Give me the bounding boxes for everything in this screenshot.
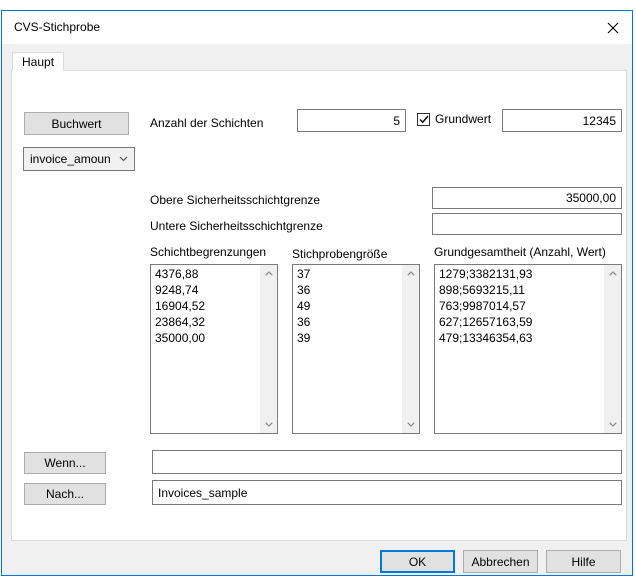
obere-sicherheitsschichtgrenze-label: Obere Sicherheitsschichtgrenze — [150, 193, 320, 207]
list-item[interactable]: 4376,88 — [151, 266, 260, 282]
schichtbegrenzungen-label: Schichtbegrenzungen — [150, 245, 266, 259]
chevron-down-icon — [119, 156, 128, 162]
grundwert-checkbox-box[interactable] — [417, 113, 430, 126]
wenn-input[interactable] — [152, 450, 622, 474]
scrollbar[interactable] — [604, 265, 621, 433]
list-item[interactable]: 39 — [293, 330, 402, 346]
window-title: CVS-Stichprobe — [14, 11, 100, 44]
scroll-up-button[interactable] — [402, 265, 419, 282]
grundwert-input[interactable] — [502, 109, 622, 132]
list-item[interactable]: 898;5693215,11 — [435, 282, 604, 298]
scroll-down-button[interactable] — [402, 416, 419, 433]
list-item[interactable]: 1279;3382131,93 — [435, 266, 604, 282]
field-dropdown[interactable]: invoice_amoun — [23, 147, 135, 171]
tab-haupt[interactable]: Haupt — [12, 52, 64, 71]
stichprobengroesse-label: Stichprobengröße — [292, 247, 387, 261]
untere-sicherheitsschichtgrenze-input[interactable] — [432, 213, 622, 235]
stichprobengroesse-listbox[interactable]: 37 36 49 36 39 — [292, 264, 420, 434]
hilfe-button[interactable]: Hilfe — [546, 550, 621, 573]
grundgesamtheit-listbox[interactable]: 1279;3382131,93 898;5693215,11 763;99870… — [434, 264, 622, 434]
list-item[interactable]: 49 — [293, 298, 402, 314]
checkmark-icon — [419, 115, 429, 124]
scroll-down-button[interactable] — [604, 416, 621, 433]
scrollbar[interactable] — [260, 265, 277, 433]
schichtbegrenzungen-items: 4376,88 9248,74 16904,52 23864,32 35000,… — [151, 266, 260, 433]
list-item[interactable]: 36 — [293, 282, 402, 298]
close-icon — [607, 22, 619, 34]
tab-haupt-label: Haupt — [22, 55, 54, 69]
untere-sicherheitsschichtgrenze-label: Untere Sicherheitsschichtgrenze — [150, 219, 323, 233]
grundgesamtheit-label: Grundgesamtheit (Anzahl, Wert) — [434, 245, 606, 259]
scroll-up-button[interactable] — [260, 265, 277, 282]
chevron-down-icon — [407, 422, 415, 427]
screenshot-root: CVS-Stichprobe Haupt Buchwert invoice_am… — [0, 0, 636, 579]
nach-input[interactable] — [152, 480, 622, 505]
list-item[interactable]: 9248,74 — [151, 282, 260, 298]
close-button[interactable] — [594, 11, 632, 44]
dialog-window: CVS-Stichprobe Haupt Buchwert invoice_am… — [1, 10, 633, 576]
scroll-up-button[interactable] — [604, 265, 621, 282]
nach-button[interactable]: Nach... — [24, 483, 106, 505]
tab-panel: Buchwert invoice_amoun Anzahl der Schich… — [11, 70, 627, 541]
abbrechen-button[interactable]: Abbrechen — [463, 550, 538, 573]
obere-sicherheitsschichtgrenze-input[interactable] — [432, 187, 622, 209]
chevron-up-icon — [265, 271, 273, 276]
list-item[interactable]: 36 — [293, 314, 402, 330]
chevron-down-icon — [265, 422, 273, 427]
wenn-button[interactable]: Wenn... — [24, 452, 106, 474]
ok-button[interactable]: OK — [380, 550, 455, 573]
grundwert-label: Grundwert — [435, 112, 491, 126]
chevron-up-icon — [407, 271, 415, 276]
schichtbegrenzungen-listbox[interactable]: 4376,88 9248,74 16904,52 23864,32 35000,… — [150, 264, 278, 434]
anzahl-der-schichten-label: Anzahl der Schichten — [150, 116, 263, 130]
list-item[interactable]: 479;13346354,63 — [435, 330, 604, 346]
list-item[interactable]: 763;9987014,57 — [435, 298, 604, 314]
grundwert-checkbox[interactable]: Grundwert — [417, 112, 491, 126]
field-dropdown-value: invoice_amoun — [30, 152, 111, 166]
scrollbar[interactable] — [402, 265, 419, 433]
list-item[interactable]: 23864,32 — [151, 314, 260, 330]
stichprobengroesse-items: 37 36 49 36 39 — [293, 266, 402, 433]
chevron-down-icon — [609, 422, 617, 427]
list-item[interactable]: 37 — [293, 266, 402, 282]
grundgesamtheit-items: 1279;3382131,93 898;5693215,11 763;99870… — [435, 266, 604, 433]
titlebar: CVS-Stichprobe — [2, 11, 632, 44]
chevron-up-icon — [609, 271, 617, 276]
list-item[interactable]: 16904,52 — [151, 298, 260, 314]
list-item[interactable]: 35000,00 — [151, 330, 260, 346]
buchwert-button[interactable]: Buchwert — [24, 112, 129, 135]
scroll-down-button[interactable] — [260, 416, 277, 433]
anzahl-der-schichten-input[interactable] — [297, 109, 406, 132]
list-item[interactable]: 627;12657163,59 — [435, 314, 604, 330]
